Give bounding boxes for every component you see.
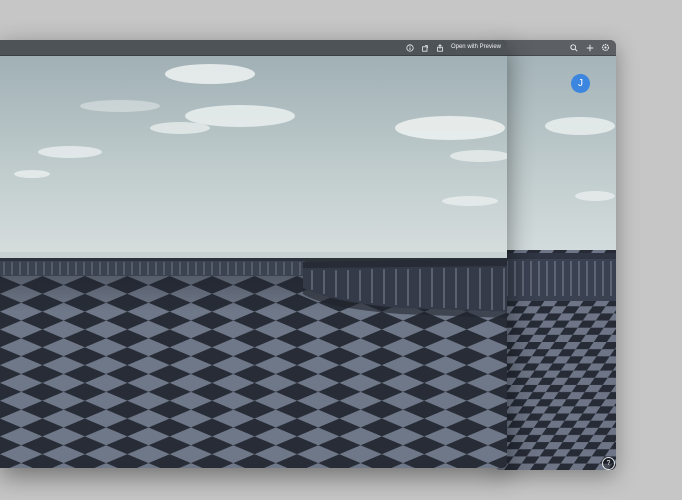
info-icon[interactable] (404, 41, 417, 54)
quick-look-toolbar: Open with Preview (404, 41, 503, 54)
back-window-titlebar[interactable] (495, 40, 616, 56)
open-with-preview-button[interactable]: Open with Preview (449, 41, 503, 54)
help-button[interactable]: ? (602, 457, 615, 470)
search-icon[interactable] (567, 41, 580, 54)
desktop: J ? Open with Preview (0, 0, 682, 500)
gear-icon[interactable] (599, 41, 612, 54)
user-avatar[interactable]: J (571, 74, 590, 93)
plus-icon[interactable] (583, 41, 596, 54)
back-window-image (495, 56, 616, 470)
quick-look-window[interactable]: Open with Preview (0, 40, 507, 468)
back-window-toolbar (567, 41, 612, 54)
share-icon[interactable] (434, 41, 447, 54)
quick-look-image (0, 56, 507, 468)
background-window[interactable]: J ? (495, 40, 616, 470)
quick-look-titlebar[interactable]: Open with Preview (0, 40, 507, 56)
rotate-icon[interactable] (419, 41, 432, 54)
